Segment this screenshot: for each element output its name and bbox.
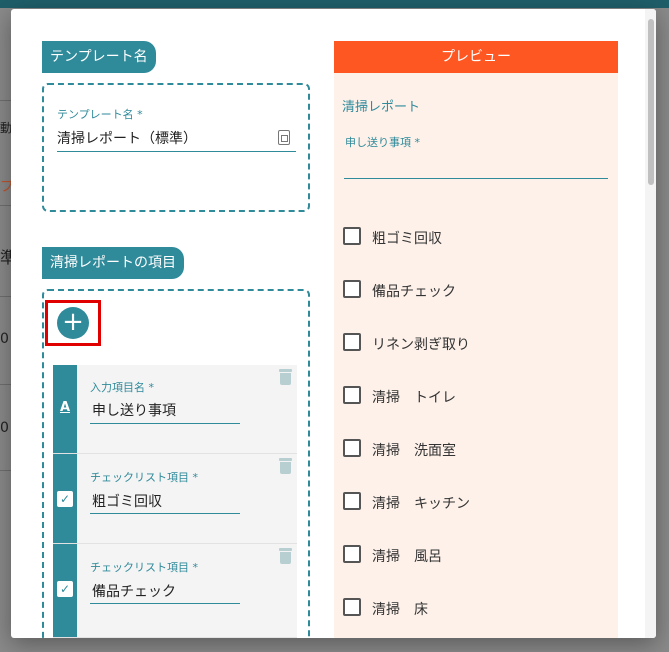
item-name-input[interactable]: 申し送り事項: [92, 400, 176, 420]
preview-checkbox-label: 粗ゴミ回収: [372, 231, 442, 247]
items-chip: 清掃レポートの項目: [42, 247, 184, 279]
item-underline: [90, 513, 240, 514]
preview-checkbox-label: 清掃 トイレ: [372, 390, 456, 406]
contact-card-icon: [278, 130, 290, 145]
preview-checkbox[interactable]: [343, 386, 361, 404]
preview-checkbox-label: 備品チェック: [372, 284, 456, 300]
item-card-checklist: ✓ チェックリスト項目 * 備品チェック: [53, 544, 297, 638]
preview-pane: プレビュー 清掃レポート 申し送り事項 * 粗ゴミ回収 備品チェック リネン剥ぎ…: [334, 41, 618, 638]
preview-checkbox-label: 清掃 キッチン: [372, 496, 470, 512]
add-button-highlight: [45, 300, 101, 346]
item-name-input[interactable]: 備品チェック: [92, 581, 176, 601]
item-card-text: A 入力項目名 * 申し送り事項: [53, 365, 297, 454]
item-label: チェックリスト項目 *: [90, 471, 198, 484]
template-name-label: テンプレート名 *: [57, 108, 143, 121]
template-name-underline: [57, 151, 296, 152]
trash-icon[interactable]: [279, 548, 292, 564]
preview-checkbox[interactable]: [343, 280, 361, 298]
template-edit-dialog: テンプレート名 テンプレート名 * 清掃レポート（標準） 清掃レポートの項目 +…: [11, 9, 656, 638]
item-card-checklist: ✓ チェックリスト項目 * 粗ゴミ回収: [53, 454, 297, 544]
preview-checkbox[interactable]: [343, 227, 361, 245]
trash-icon[interactable]: [279, 369, 292, 385]
template-name-box: テンプレート名 * 清掃レポート（標準）: [42, 83, 310, 212]
checkbox-icon: ✓: [57, 491, 73, 507]
background-header: [0, 0, 669, 8]
item-label: チェックリスト項目 *: [90, 561, 198, 574]
text-format-icon: A: [59, 400, 71, 415]
trash-icon[interactable]: [279, 458, 292, 474]
preview-checkbox-label: リネン剥ぎ取り: [372, 337, 470, 353]
template-name-chip: テンプレート名: [42, 41, 156, 73]
dialog-scrollbar[interactable]: [645, 9, 656, 638]
background-text: 0: [0, 331, 9, 347]
item-underline: [90, 603, 240, 604]
preview-checkbox[interactable]: [343, 598, 361, 616]
template-name-input[interactable]: 清掃レポート（標準）: [57, 128, 197, 148]
preview-checkbox[interactable]: [343, 492, 361, 510]
preview-field-underline[interactable]: [344, 178, 608, 179]
background-text: 0: [0, 420, 9, 436]
preview-checkbox-label: 清掃 床: [372, 602, 428, 618]
preview-checkbox-label: 清掃 洗面室: [372, 443, 456, 459]
scrollbar-thumb[interactable]: [648, 19, 654, 185]
preview-title: 清掃レポート: [342, 100, 421, 115]
preview-checkbox[interactable]: [343, 439, 361, 457]
preview-checkbox[interactable]: [343, 333, 361, 351]
item-label: 入力項目名 *: [90, 381, 154, 394]
item-name-input[interactable]: 粗ゴミ回収: [92, 491, 162, 511]
preview-checkbox[interactable]: [343, 545, 361, 563]
checkbox-icon: ✓: [57, 581, 73, 597]
preview-field-label: 申し送り事項 *: [345, 136, 420, 149]
item-underline: [90, 423, 240, 424]
preview-header: プレビュー: [334, 41, 618, 73]
preview-checkbox-label: 清掃 風呂: [372, 549, 442, 565]
